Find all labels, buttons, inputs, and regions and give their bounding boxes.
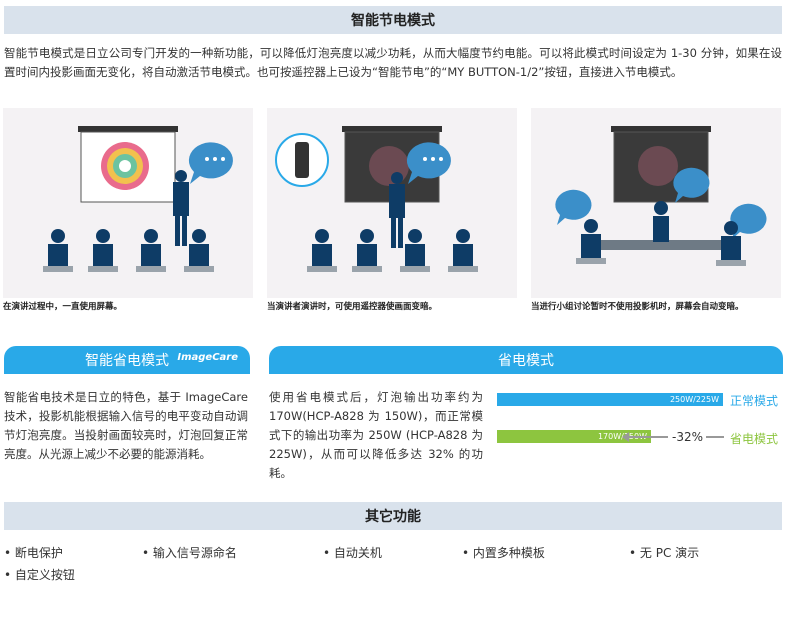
section-title-other-features: 其它功能 xyxy=(4,502,782,530)
caption-group-discussion: 当进行小组讨论暂时不使用投影机时，屏幕会自动变暗。 xyxy=(531,302,744,312)
feature-item: • 无 PC 演示 xyxy=(629,546,700,560)
scene-group-discussion-image xyxy=(531,108,781,298)
feature-item: • 内置多种模板 xyxy=(462,546,545,560)
smart-save-body: 智能省电技术是日立的特色，基于 ImageCare 技术，投影机能根据输入信号的… xyxy=(4,390,248,461)
dash-line xyxy=(706,436,724,438)
eco-mode-title: 省电模式 xyxy=(498,353,554,369)
scene-remote-dim-image xyxy=(267,108,517,298)
arrow-left-icon xyxy=(622,432,668,442)
scene-presenting-image xyxy=(3,108,253,298)
imagecare-logo: ImageCare xyxy=(177,352,238,363)
caption-presenting: 在演讲过程中，一直使用屏幕。 xyxy=(3,302,123,312)
feature-item: • 自动关机 xyxy=(323,546,382,560)
eco-mode-header: 省电模式 xyxy=(269,346,783,374)
smart-save-header: 智能省电模式 ImageCare xyxy=(4,346,250,374)
eco-mode-label: 省电模式 xyxy=(730,432,779,446)
feature-item: • 输入信号源命名 xyxy=(142,546,237,560)
normal-mode-label: 正常模式 xyxy=(730,394,779,408)
caption-remote-dim: 当演讲者演讲时，可使用遥控器使画面变暗。 xyxy=(267,302,438,312)
reduction-percent: -32% xyxy=(672,430,704,444)
smart-save-title: 智能省电模式 xyxy=(85,353,169,369)
normal-power-bar: 250W/225W xyxy=(497,393,723,406)
section-title-smart-eco: 智能节电模式 xyxy=(4,6,782,34)
feature-item: • 断电保护 xyxy=(4,546,63,560)
eco-mode-body: 使用省电模式后，灯泡输出功率约为 170W(HCP-A828 为 150W)，而… xyxy=(269,390,483,480)
feature-item: • 自定义按钮 xyxy=(4,568,75,582)
intro-paragraph: 智能节电模式是日立公司专门开发的一种新功能，可以降低灯泡亮度以减少功耗，从而大幅… xyxy=(4,46,782,79)
